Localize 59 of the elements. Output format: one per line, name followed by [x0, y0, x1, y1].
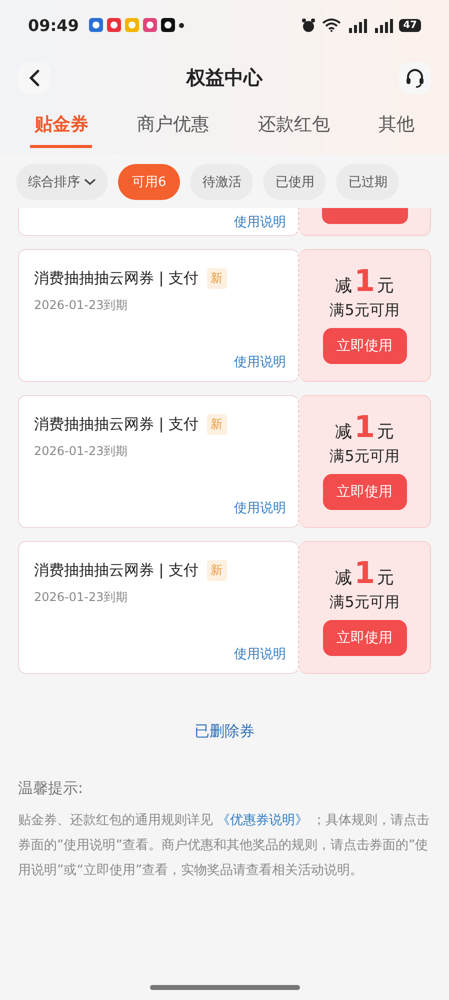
filter-chip[interactable]: 可用6	[118, 164, 180, 200]
expiry-date: 2026-01-23到期	[34, 589, 129, 606]
discount-amount: 1	[354, 556, 375, 591]
notice-text: 贴金券、还款红包的通用规则详见 《优惠券说明》 ；具体规则，请点击券面的”使用说明”查看。商户优惠和其他奖品的规则，请点击券面的”使用说明”或“立即使用”查看，实物奖品请查看相关活动说明。	[18, 812, 430, 880]
filter-chip[interactable]: 已使用	[263, 164, 326, 200]
usage-link[interactable]: 使用说明	[234, 213, 286, 231]
currency-unit: 元	[376, 275, 394, 297]
min-spend: 满5元可用	[330, 593, 400, 612]
new-badge: 新	[206, 414, 227, 435]
discount-label: 减	[335, 421, 352, 443]
expiry-date: 2026-01-23到期	[34, 443, 129, 460]
tab[interactable]: 其他	[374, 106, 419, 148]
sort-dropdown[interactable]: 综合排序	[16, 164, 108, 200]
currency-unit: 元	[376, 421, 394, 443]
signal-icon	[347, 18, 368, 32]
battery-level: 47	[399, 18, 421, 32]
back-icon	[28, 69, 40, 87]
usage-link[interactable]: 使用说明	[234, 353, 286, 371]
min-spend: 满5元可用	[330, 301, 400, 320]
headset-button[interactable]	[399, 62, 431, 94]
dot-icon	[178, 22, 184, 28]
status-time: 09:49	[28, 16, 79, 34]
page-title: 权益中心	[186, 66, 262, 91]
use-button[interactable]: 立即使用	[322, 474, 406, 510]
use-button[interactable]: 立即使用	[322, 328, 406, 364]
usage-link[interactable]: 使用说明	[234, 645, 286, 663]
currency-unit: 元	[376, 567, 394, 589]
headset-icon	[404, 67, 426, 89]
tab[interactable]: 商户优惠	[133, 106, 214, 148]
coupon-rules-link[interactable]: 《优惠券说明》	[217, 813, 308, 828]
coupon-title: 消费抽抽抽云网券 | 支付	[34, 415, 199, 434]
app-icon	[142, 18, 157, 32]
discount-label: 减	[335, 567, 352, 589]
signal-icon	[373, 18, 394, 32]
new-badge: 新	[206, 268, 227, 289]
usage-link[interactable]: 使用说明	[234, 499, 286, 517]
app-icon	[160, 18, 175, 32]
app-icon	[88, 18, 103, 32]
wifi-icon	[322, 18, 342, 32]
new-badge: 新	[206, 560, 227, 581]
filter-chip[interactable]: 待激活	[190, 164, 254, 200]
discount-amount: 1	[354, 410, 375, 445]
use-button[interactable]: 立即使用	[322, 620, 406, 656]
app-icon	[106, 18, 121, 32]
min-spend: 满5元可用	[330, 447, 400, 466]
chevron-down-icon	[84, 178, 96, 186]
coupon-title: 消费抽抽抽云网券 | 支付	[34, 561, 199, 580]
app-icon	[124, 18, 139, 32]
tab[interactable]: 贴金券	[30, 106, 92, 148]
filter-chip[interactable]: 已过期	[336, 164, 400, 200]
discount-label: 减	[335, 275, 352, 297]
tab[interactable]: 还款红包	[254, 106, 334, 148]
deleted-coupons-link[interactable]: 已删除券	[194, 722, 254, 741]
coupon-title: 消费抽抽抽云网券 | 支付	[34, 269, 199, 288]
back-button[interactable]	[18, 62, 50, 94]
use-button[interactable]	[322, 208, 408, 224]
expiry-date: 2026-01-23到期	[34, 297, 129, 314]
notice-title: 温馨提示:	[18, 779, 84, 798]
discount-amount: 1	[354, 264, 375, 299]
